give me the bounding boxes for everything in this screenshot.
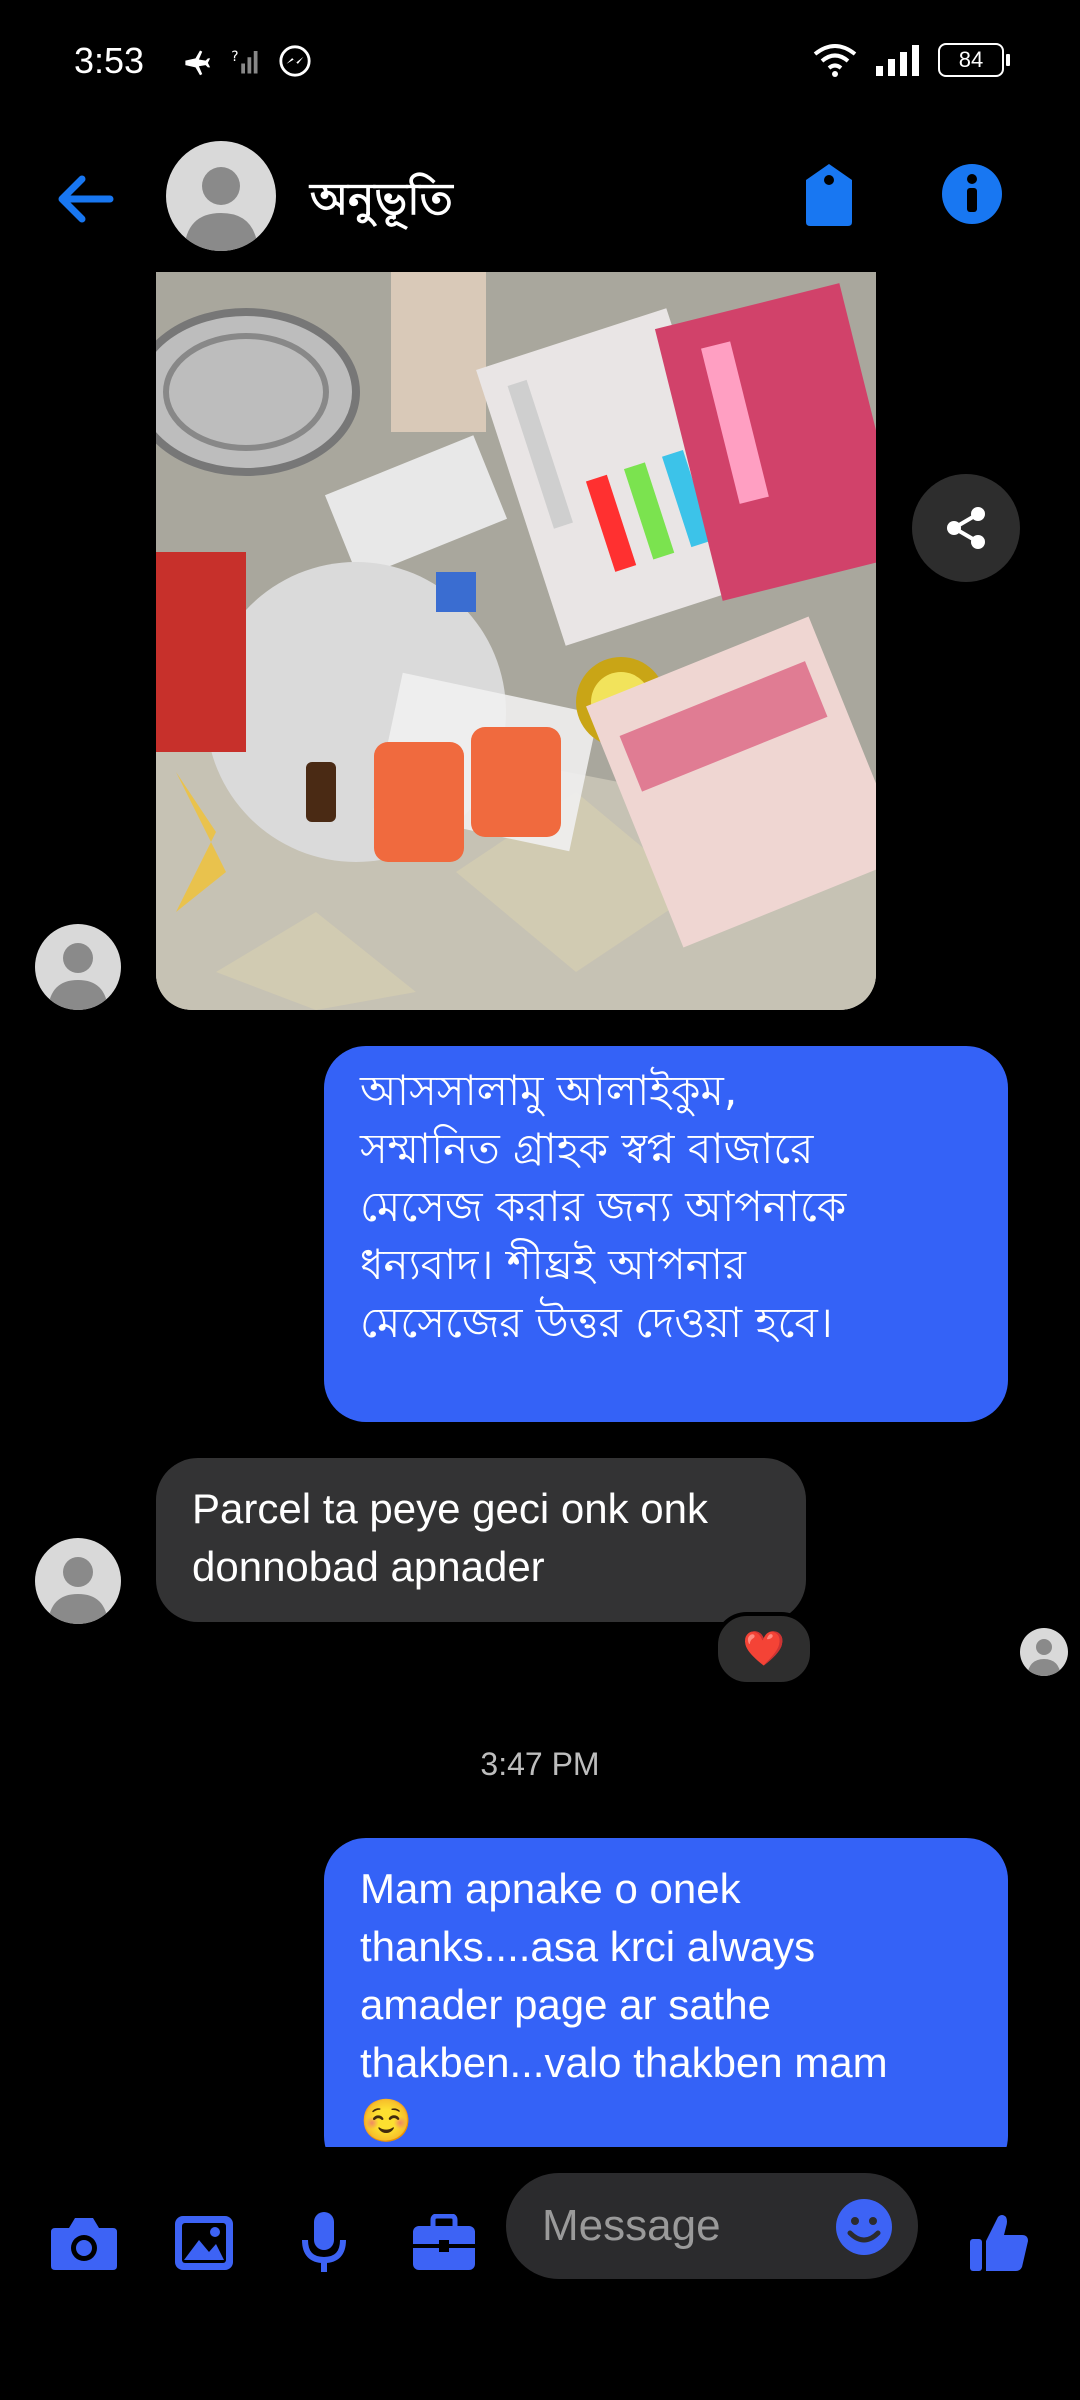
emoji-icon[interactable] bbox=[834, 2197, 894, 2257]
status-notification-icons: ? bbox=[182, 44, 312, 78]
airplane-notification-icon bbox=[185, 50, 211, 76]
photo-message[interactable] bbox=[156, 272, 876, 1010]
back-arrow-icon[interactable] bbox=[50, 164, 120, 234]
info-icon[interactable] bbox=[940, 162, 1004, 226]
contact-avatar[interactable] bbox=[166, 141, 276, 251]
gallery-icon bbox=[175, 2216, 233, 2270]
like-button[interactable] bbox=[962, 2205, 1038, 2281]
svg-text:?: ? bbox=[231, 49, 238, 65]
thumbs-up-icon bbox=[970, 2215, 1028, 2271]
gallery-button[interactable] bbox=[166, 2205, 242, 2281]
wifi-icon bbox=[813, 44, 857, 77]
cell-signal-icon bbox=[876, 45, 919, 76]
heart-reaction[interactable]: ❤️ bbox=[714, 1612, 814, 1686]
business-tools-button[interactable] bbox=[406, 2205, 482, 2281]
message-list[interactable]: আসসালামু আলাইকুম, সম্মানিত গ্রাহক স্বপ্ন… bbox=[0, 272, 1080, 2147]
status-right-icons: 84 bbox=[812, 42, 1010, 78]
seen-receipt-avatar bbox=[1020, 1628, 1068, 1676]
status-bar: 3:53 ? 84 bbox=[0, 0, 1080, 124]
status-time: 3:53 bbox=[74, 40, 145, 81]
no-signal-icon: ? bbox=[231, 49, 258, 74]
voice-button[interactable] bbox=[286, 2205, 362, 2281]
message-input[interactable] bbox=[540, 2199, 804, 2253]
microphone-icon bbox=[302, 2212, 346, 2272]
contact-name[interactable]: অনুভূতি bbox=[310, 166, 453, 239]
conversation-header: অনুভূতি bbox=[0, 124, 1080, 272]
outgoing-message[interactable]: আসসালামু আলাইকুম, সম্মানিত গ্রাহক স্বপ্ন… bbox=[324, 1046, 1008, 1422]
contact-avatar-small[interactable] bbox=[35, 1538, 121, 1624]
briefcase-icon bbox=[413, 2214, 475, 2270]
tag-icon[interactable] bbox=[800, 162, 858, 228]
camera-button[interactable] bbox=[46, 2205, 122, 2281]
message-timestamp: 3:47 PM bbox=[480, 1746, 600, 1782]
message-composer bbox=[0, 2147, 1080, 2400]
messenger-notification-icon bbox=[279, 45, 311, 77]
battery-indicator: 84 bbox=[938, 43, 1010, 77]
outgoing-message[interactable]: Mam apnake o onek thanks....asa krci alw… bbox=[324, 1838, 1008, 2147]
incoming-message[interactable]: Parcel ta peye geci onk onk donnobad apn… bbox=[156, 1458, 806, 1622]
message-field[interactable] bbox=[506, 2173, 918, 2279]
share-button[interactable] bbox=[912, 474, 1020, 582]
contact-avatar-small[interactable] bbox=[35, 924, 121, 1010]
camera-icon bbox=[51, 2218, 117, 2270]
share-icon bbox=[947, 507, 985, 549]
